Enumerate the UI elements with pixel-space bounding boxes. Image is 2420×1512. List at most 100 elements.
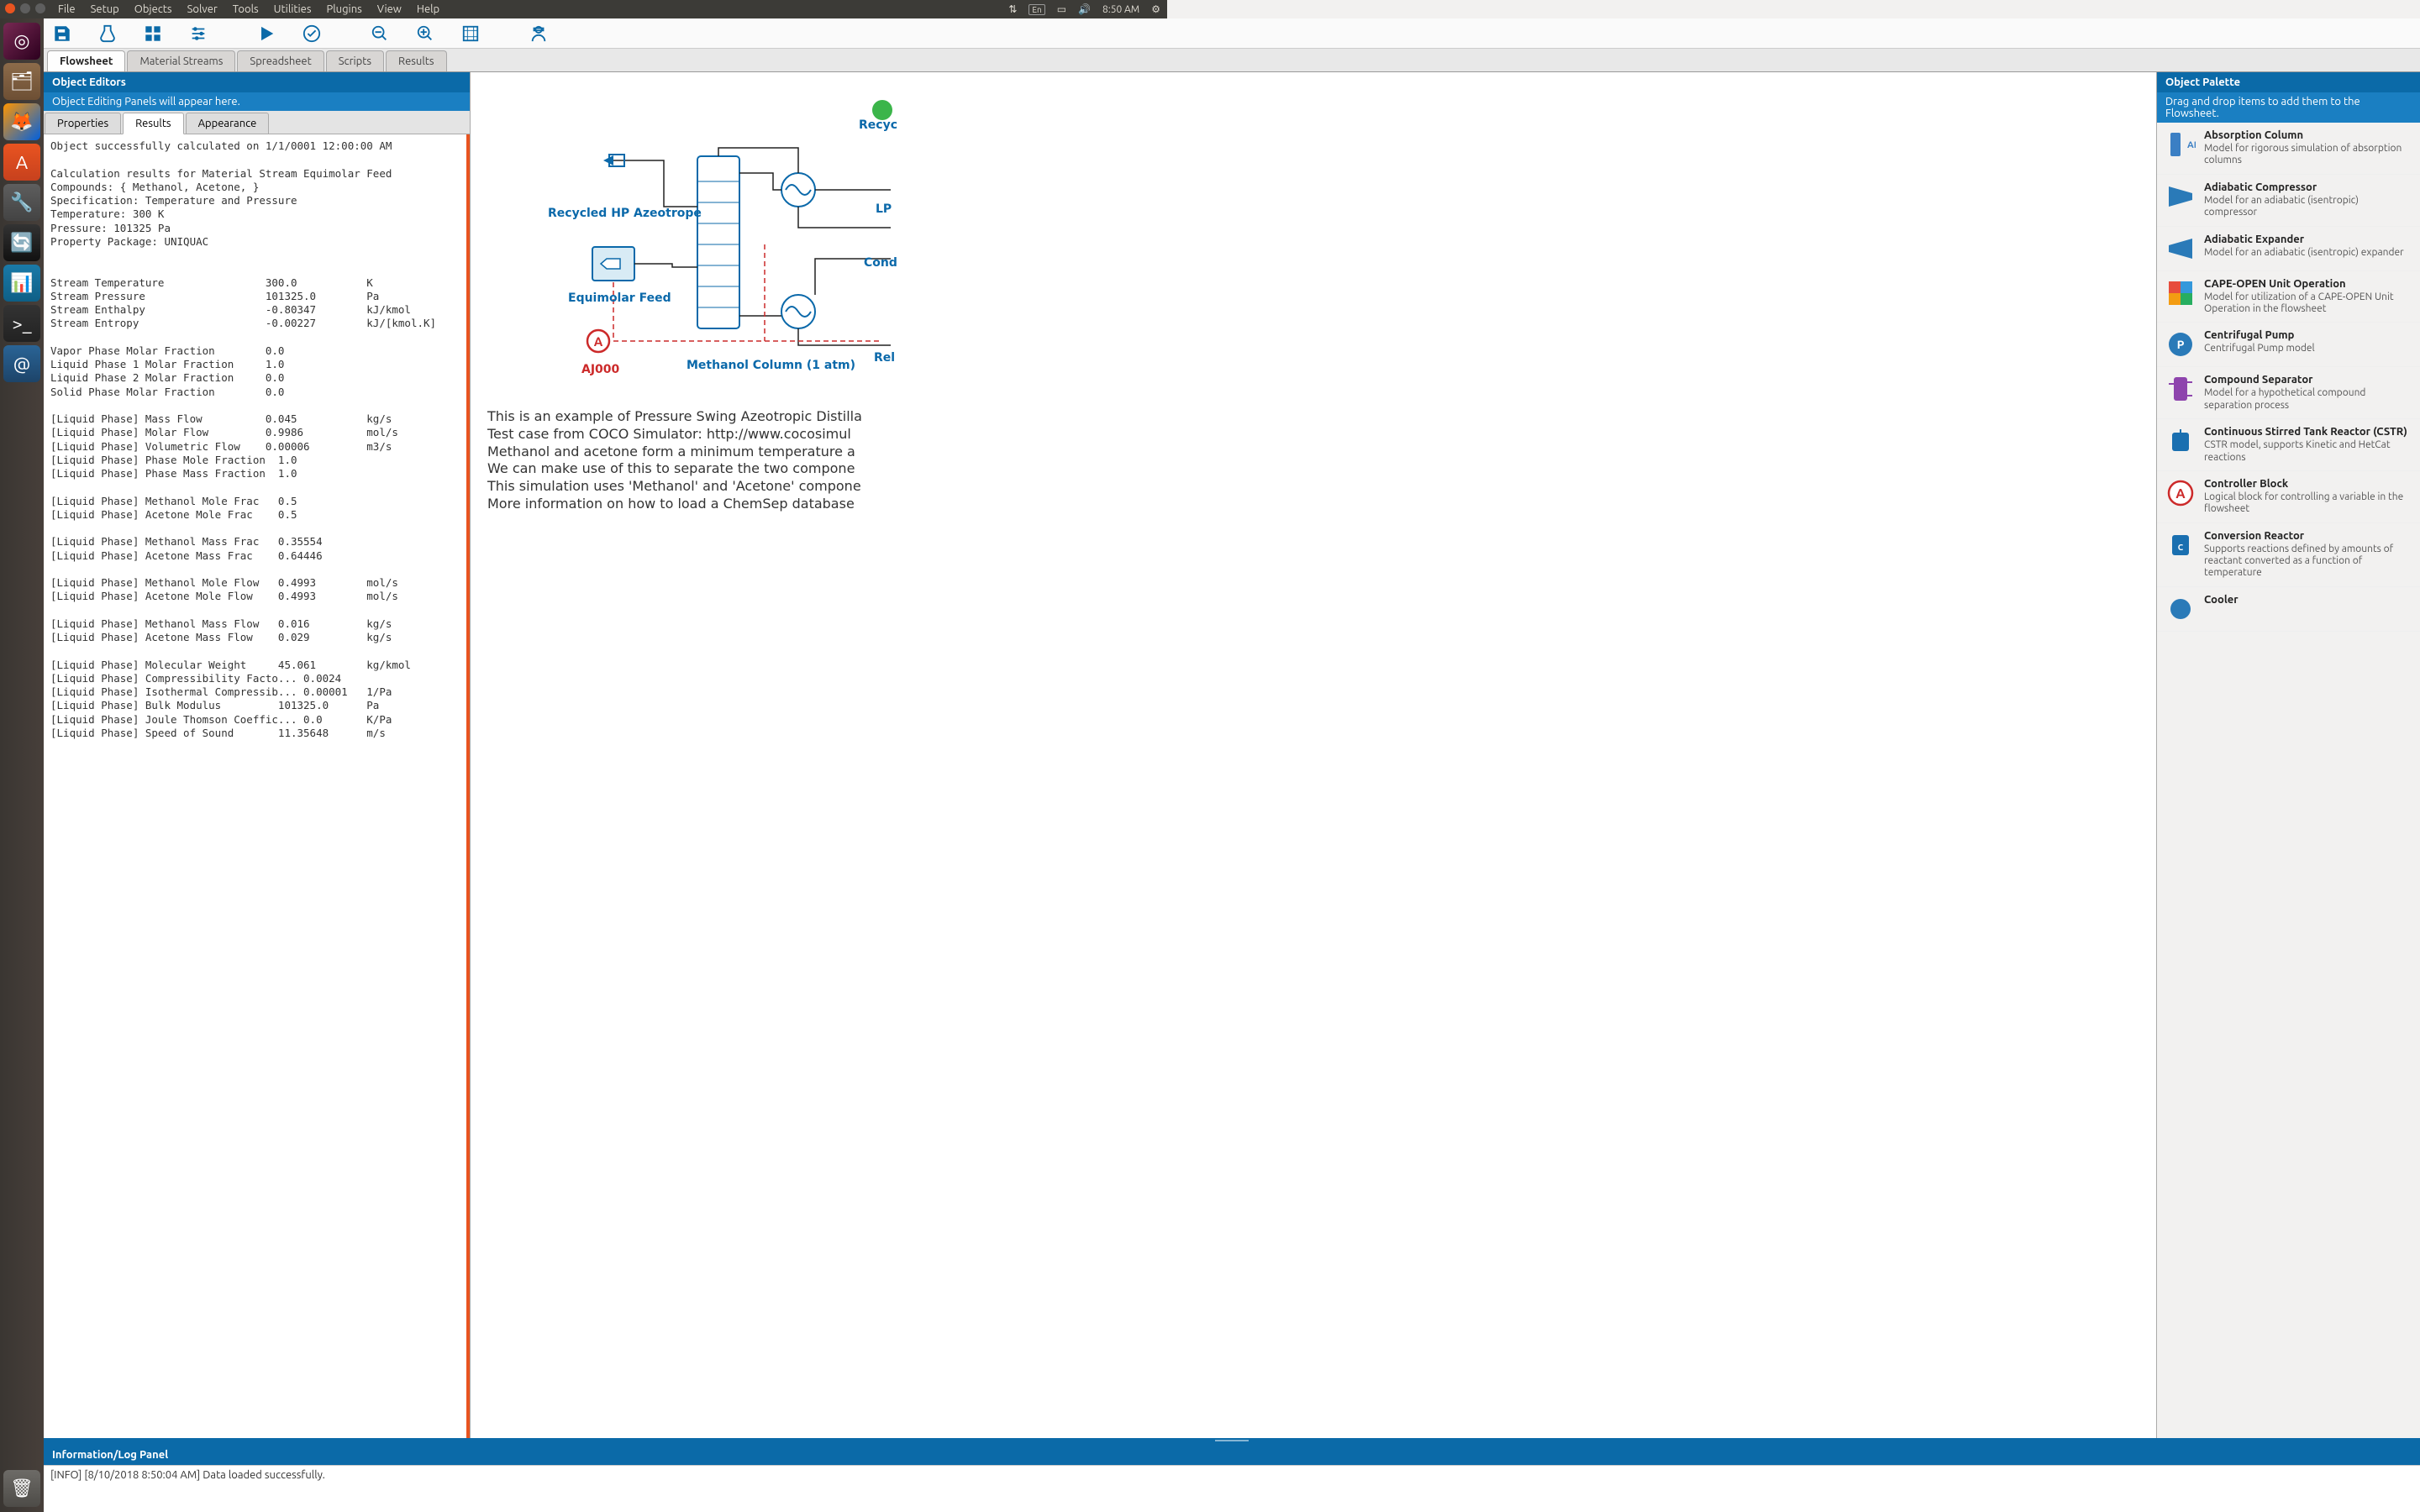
cstr-icon bbox=[2165, 426, 2196, 456]
palette-item-adiabatic-compressor[interactable]: Adiabatic CompressorModel for an adiabat… bbox=[2157, 175, 2420, 227]
tab-results[interactable]: Results bbox=[386, 50, 446, 71]
zoom-fit-button[interactable] bbox=[459, 22, 482, 45]
app-area: Flowsheet Material Streams Spreadsheet S… bbox=[44, 18, 2420, 1512]
window-controls bbox=[5, 3, 45, 13]
palette-item-cape-open[interactable]: CAPE-OPEN Unit OperationModel for utiliz… bbox=[2157, 271, 2420, 323]
battery-icon[interactable]: ▭ bbox=[1057, 3, 1066, 15]
expander-icon bbox=[2165, 234, 2196, 264]
menu-file[interactable]: File bbox=[50, 0, 83, 18]
tab-strip: Flowsheet Material Streams Spreadsheet S… bbox=[44, 49, 2420, 72]
object-palette-title: Object Palette bbox=[2157, 72, 2420, 92]
tab-scripts[interactable]: Scripts bbox=[326, 50, 384, 71]
unity-dock: ◎ 🗂 🦊 A 🔧 🔄 📊 >_ @ 🗑 bbox=[0, 18, 44, 1512]
window-maximize-button[interactable] bbox=[35, 3, 45, 13]
label-methanol-column: Methanol Column (1 atm) bbox=[687, 359, 855, 372]
dock-remmina-icon[interactable]: @ bbox=[3, 345, 40, 382]
clock[interactable]: 8:50 AM bbox=[1102, 4, 1139, 15]
label-cond: Cond bbox=[864, 256, 897, 270]
volume-icon[interactable]: 🔊 bbox=[1078, 3, 1091, 15]
tab-flowsheet[interactable]: Flowsheet bbox=[47, 50, 125, 71]
menubar-indicators: ⇅ En ▭ 🔊 8:50 AM ⚙ bbox=[1008, 3, 1167, 15]
flowsheet-canvas[interactable]: A Recycled HP Azeotrope Equimolar Feed A… bbox=[471, 72, 2156, 1438]
settings-button[interactable] bbox=[187, 22, 210, 45]
object-editors-subtitle: Object Editing Panels will appear here. bbox=[44, 92, 470, 111]
check-button[interactable] bbox=[300, 22, 324, 45]
svg-text:A: A bbox=[2175, 486, 2186, 501]
dock-terminal-icon[interactable]: >_ bbox=[3, 305, 40, 342]
palette-item-centrifugal-pump[interactable]: P Centrifugal PumpCentrifugal Pump model bbox=[2157, 323, 2420, 367]
sub-tab-appearance[interactable]: Appearance bbox=[186, 113, 270, 134]
canvas-description: This is an example of Pressure Swing Aze… bbox=[487, 408, 2148, 513]
zoom-in-button[interactable] bbox=[413, 22, 437, 45]
palette-list[interactable]: AB Absorption ColumnModel for rigorous s… bbox=[2157, 123, 2420, 1438]
editor-sub-tabs: Properties Results Appearance bbox=[44, 111, 470, 134]
palette-item-controller-block[interactable]: A Controller BlockLogical block for cont… bbox=[2157, 471, 2420, 523]
menu-solver[interactable]: Solver bbox=[180, 0, 225, 18]
solve-button[interactable] bbox=[255, 22, 278, 45]
capeopen-icon bbox=[2165, 278, 2196, 308]
palette-item-adiabatic-expander[interactable]: Adiabatic ExpanderModel for an adiabatic… bbox=[2157, 227, 2420, 271]
label-recycle: Recyc bbox=[859, 118, 897, 132]
tab-material-streams[interactable]: Material Streams bbox=[127, 50, 235, 71]
object-editors-panel: Object Editors Object Editing Panels wil… bbox=[44, 72, 471, 1438]
gear-icon[interactable]: ⚙ bbox=[1151, 3, 1160, 15]
save-button[interactable] bbox=[50, 22, 74, 45]
language-indicator[interactable]: En bbox=[1028, 4, 1044, 15]
log-panel-title: Information/Log Panel bbox=[44, 1445, 2420, 1465]
flowsheet-diagram: A bbox=[471, 72, 2156, 1438]
label-equimolar: Equimolar Feed bbox=[568, 291, 671, 305]
log-panel: Information/Log Panel [INFO] [8/10/2018 … bbox=[44, 1443, 2420, 1512]
menu-objects[interactable]: Objects bbox=[127, 0, 180, 18]
object-palette-subtitle: Drag and drop items to add them to the F… bbox=[2157, 92, 2420, 123]
menu-utilities[interactable]: Utilities bbox=[266, 0, 319, 18]
svg-text:AB: AB bbox=[2187, 140, 2196, 150]
compounds-button[interactable] bbox=[96, 22, 119, 45]
toolbar bbox=[44, 18, 2420, 49]
palette-item-compound-separator[interactable]: Compound SeparatorModel for a hypothetic… bbox=[2157, 367, 2420, 419]
palette-item-cooler[interactable]: Cooler bbox=[2157, 587, 2420, 632]
menu-help[interactable]: Help bbox=[409, 0, 447, 18]
controller-icon: A bbox=[2165, 478, 2196, 508]
dock-settings-icon[interactable]: 🔧 bbox=[3, 184, 40, 221]
label-aj000: AJ000 bbox=[581, 363, 619, 376]
sub-tab-results[interactable]: Results bbox=[123, 113, 183, 134]
absorption-column-icon: AB bbox=[2165, 129, 2196, 160]
zoom-out-button[interactable] bbox=[368, 22, 392, 45]
pump-icon: P bbox=[2165, 329, 2196, 360]
object-palette-panel: Object Palette Drag and drop items to ad… bbox=[2156, 72, 2420, 1438]
sub-tab-properties[interactable]: Properties bbox=[45, 113, 121, 134]
palette-item-absorption-column[interactable]: AB Absorption ColumnModel for rigorous s… bbox=[2157, 123, 2420, 175]
svg-text:P: P bbox=[2177, 338, 2185, 351]
compressor-icon bbox=[2165, 181, 2196, 212]
conversion-reactor-icon: C bbox=[2165, 530, 2196, 560]
window-close-button[interactable] bbox=[5, 3, 15, 13]
dock-firefox-icon[interactable]: 🦊 bbox=[3, 103, 40, 140]
dock-software-icon[interactable]: A bbox=[3, 144, 40, 181]
menu-setup[interactable]: Setup bbox=[83, 0, 127, 18]
palette-item-cstr[interactable]: Continuous Stirred Tank Reactor (CSTR)CS… bbox=[2157, 419, 2420, 471]
dock-files-icon[interactable]: 🗂 bbox=[3, 63, 40, 100]
results-textarea[interactable]: Object successfully calculated on 1/1/00… bbox=[44, 134, 470, 1438]
dock-dwsim-icon[interactable]: 📊 bbox=[3, 265, 40, 302]
palette-item-conversion-reactor[interactable]: C Conversion ReactorSupports reactions d… bbox=[2157, 523, 2420, 587]
cooler-icon bbox=[2165, 594, 2196, 624]
app-menubar: File Setup Objects Solver Tools Utilitie… bbox=[0, 0, 1167, 18]
window-minimize-button[interactable] bbox=[20, 3, 30, 13]
menu-tools[interactable]: Tools bbox=[225, 0, 266, 18]
dock-updater-icon[interactable]: 🔄 bbox=[3, 224, 40, 261]
dock-trash-icon[interactable]: 🗑 bbox=[3, 1470, 40, 1507]
object-editors-title: Object Editors bbox=[44, 72, 470, 92]
log-panel-body[interactable]: [INFO] [8/10/2018 8:50:04 AM] Data loade… bbox=[44, 1465, 2420, 1512]
dock-dash-icon[interactable]: ◎ bbox=[3, 23, 40, 60]
basis-button[interactable] bbox=[141, 22, 165, 45]
menu-view[interactable]: View bbox=[370, 0, 409, 18]
svg-text:C: C bbox=[2178, 543, 2184, 552]
tab-spreadsheet[interactable]: Spreadsheet bbox=[237, 50, 324, 71]
network-icon[interactable]: ⇅ bbox=[1008, 3, 1017, 15]
inspector-button[interactable] bbox=[527, 22, 550, 45]
svg-text:A: A bbox=[594, 334, 603, 349]
label-lp: LP bbox=[876, 202, 892, 216]
label-recycled: Recycled HP Azeotrope bbox=[548, 207, 702, 220]
separator-icon bbox=[2165, 374, 2196, 404]
menu-plugins[interactable]: Plugins bbox=[318, 0, 369, 18]
